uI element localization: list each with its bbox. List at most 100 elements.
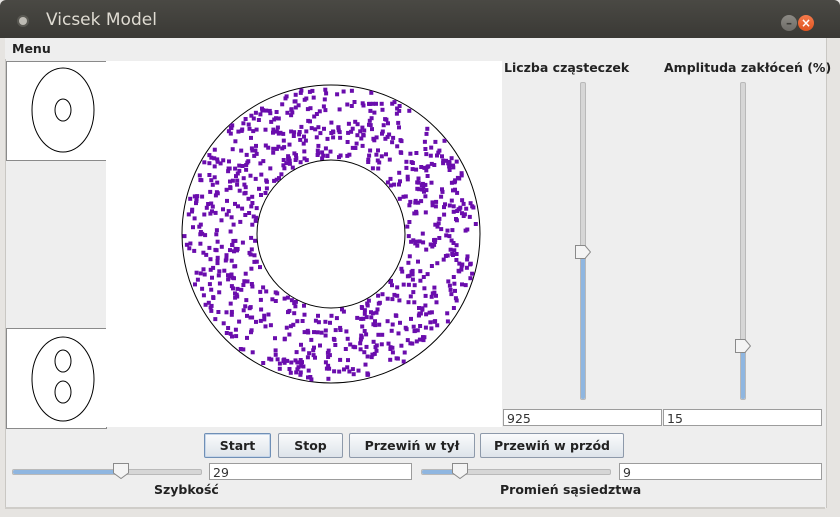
speed-slider-thumb[interactable] (113, 463, 130, 479)
particle (448, 287, 453, 292)
particle (392, 182, 397, 187)
particle (460, 282, 464, 287)
start-button[interactable]: Start (204, 433, 271, 458)
particle (224, 253, 229, 258)
particle (217, 281, 222, 286)
particle (386, 341, 391, 346)
particle (421, 240, 426, 245)
particle (351, 372, 356, 377)
particle (198, 271, 203, 276)
forward-button[interactable]: Przewiń w przód (480, 433, 624, 458)
particle (228, 248, 232, 253)
title-bar: Vicsek Model – × (0, 0, 840, 38)
particle (437, 216, 442, 221)
particle (334, 316, 339, 321)
particle (422, 165, 427, 170)
particle (309, 337, 314, 342)
particle (226, 326, 231, 330)
minimize-icon[interactable]: – (781, 15, 797, 31)
particles-slider-thumb[interactable] (575, 245, 591, 260)
particle (224, 310, 229, 315)
particle (253, 238, 258, 243)
simulation-canvas[interactable] (106, 61, 502, 427)
particle (380, 332, 385, 337)
shape-preset-double-hole[interactable] (6, 328, 107, 429)
particles-value-field[interactable]: 925 (503, 409, 662, 426)
particle (321, 153, 326, 158)
particle (198, 241, 203, 246)
particle (223, 258, 228, 263)
rewind-button[interactable]: Przewiń w tył (349, 433, 475, 458)
noise-slider-thumb[interactable] (735, 338, 751, 353)
particle (314, 135, 319, 140)
particle (390, 297, 395, 302)
particle (388, 347, 393, 351)
particle (275, 125, 280, 130)
particle (314, 112, 319, 116)
particle (416, 259, 420, 264)
particle (409, 316, 413, 321)
particle (453, 179, 457, 184)
speed-slider-track[interactable] (12, 469, 202, 475)
particle (323, 328, 328, 333)
particle (362, 350, 367, 355)
stop-button[interactable]: Stop (278, 433, 343, 458)
particle (435, 323, 440, 328)
particle (235, 286, 240, 291)
noise-value-field[interactable]: 15 (663, 409, 822, 426)
particle (433, 222, 438, 227)
particles-slider-track[interactable] (580, 82, 586, 400)
particle (323, 146, 328, 151)
radius-value-field[interactable]: 9 (619, 463, 822, 480)
particle (403, 194, 408, 199)
particle (298, 137, 303, 142)
particle (266, 312, 271, 317)
particle (367, 101, 371, 106)
particle (399, 343, 404, 348)
particle (253, 218, 258, 223)
particle (229, 215, 234, 220)
particle (446, 279, 451, 284)
particle (307, 351, 312, 356)
particle (333, 328, 338, 333)
particle (231, 222, 236, 227)
particle (302, 303, 306, 308)
particle (407, 254, 412, 259)
particle (372, 110, 377, 115)
particle (445, 228, 450, 233)
particle (215, 191, 220, 196)
particle (198, 230, 203, 234)
particle (239, 148, 244, 153)
particle (365, 354, 370, 359)
particle (420, 231, 425, 236)
speed-slider-fill (13, 470, 123, 474)
particle (273, 348, 278, 353)
particle (449, 198, 454, 203)
particle (345, 336, 350, 341)
particle (273, 336, 277, 341)
radius-slider-track[interactable] (421, 469, 611, 475)
simulation-view (181, 84, 481, 384)
particle (333, 343, 338, 347)
particle (338, 328, 343, 332)
particle (429, 161, 434, 166)
menu-item-menu[interactable]: Menu (12, 41, 51, 56)
particle (250, 350, 255, 355)
particle (241, 176, 246, 181)
particle (318, 343, 322, 348)
particle (461, 214, 466, 218)
particle (241, 308, 246, 313)
radius-slider-thumb[interactable] (451, 463, 468, 479)
particle (234, 174, 238, 179)
particle (423, 182, 428, 187)
particle (331, 130, 336, 135)
particle (440, 187, 444, 192)
shape-preset-single-hole[interactable] (6, 61, 107, 161)
particle (420, 306, 425, 311)
particle (263, 127, 268, 132)
close-icon[interactable]: × (798, 15, 814, 31)
particle (213, 247, 218, 252)
particle (322, 97, 327, 102)
speed-value-field[interactable]: 29 (209, 463, 412, 480)
particle (353, 146, 358, 150)
